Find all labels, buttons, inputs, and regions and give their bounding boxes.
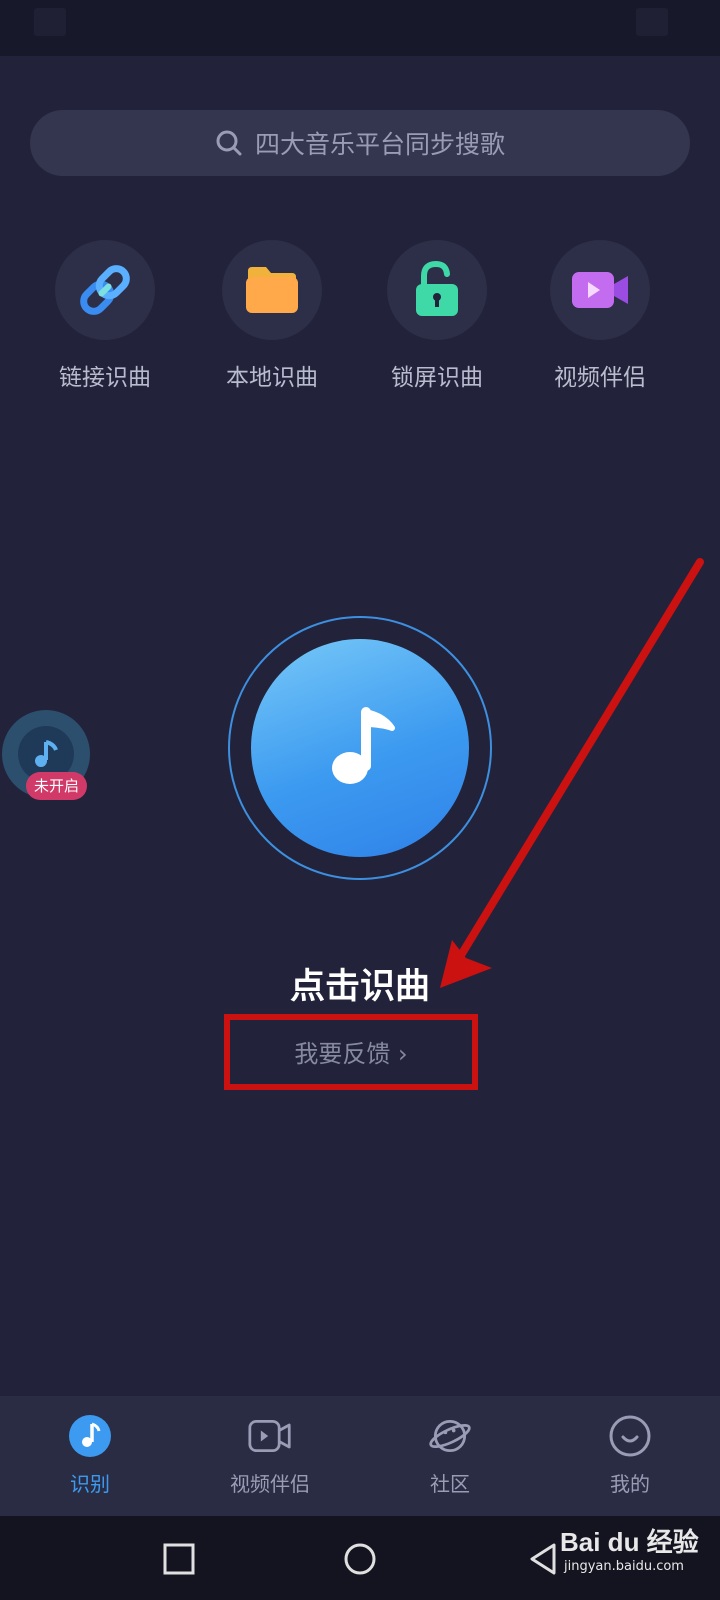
tab-recognize[interactable]: 识别	[10, 1414, 170, 1504]
search-placeholder: 四大音乐平台同步搜歌	[254, 130, 505, 159]
watermark-logo: Bai du 经验	[560, 1527, 699, 1557]
quick-action-label: 锁屏识曲	[391, 365, 483, 391]
tab-icon	[608, 1414, 652, 1458]
search-icon	[216, 130, 242, 156]
recognize-title: 点击识曲	[289, 967, 430, 1007]
back-icon[interactable]	[526, 1542, 560, 1576]
unlock-icon	[416, 260, 458, 316]
video-icon	[248, 1419, 291, 1453]
watermark-url: jingyan.baidu.com	[564, 1559, 684, 1574]
status-icon	[636, 8, 668, 36]
status-bar	[0, 0, 720, 56]
tab-icon	[68, 1414, 112, 1458]
link-icon	[80, 265, 130, 315]
tab-label: 识别	[70, 1472, 110, 1496]
search-bar[interactable]: 四大音乐平台同步搜歌	[30, 110, 690, 176]
quick-action-lockscreen[interactable]: 锁屏识曲	[362, 240, 512, 400]
tab-icon	[248, 1414, 292, 1458]
quick-action-circle	[550, 240, 650, 340]
music-note-icon	[69, 1415, 111, 1457]
music-note-icon	[332, 707, 395, 784]
tab-video-companion[interactable]: 视频伴侣	[190, 1414, 350, 1504]
quick-action-circle	[55, 240, 155, 340]
music-note-icon	[35, 740, 58, 767]
tab-icon	[428, 1414, 472, 1458]
feedback-link[interactable]: 我要反馈 ›	[224, 1034, 478, 1069]
tab-community[interactable]: 社区	[370, 1414, 530, 1504]
tab-label: 视频伴侣	[230, 1472, 310, 1496]
quick-action-label: 链接识曲	[59, 365, 151, 391]
quick-action-link[interactable]: 链接识曲	[30, 240, 180, 400]
quick-action-local[interactable]: 本地识曲	[197, 240, 347, 400]
smile-icon	[609, 1415, 651, 1457]
quick-action-circle	[387, 240, 487, 340]
recents-icon[interactable]	[162, 1542, 196, 1576]
tab-label: 我的	[610, 1472, 650, 1496]
watermark: Bai du 经验 jingyan.baidu.com	[560, 1522, 710, 1592]
quick-action-circle	[222, 240, 322, 340]
home-icon[interactable]	[343, 1542, 377, 1576]
tab-label: 社区	[430, 1472, 470, 1496]
tab-profile[interactable]: 我的	[550, 1414, 710, 1504]
folder-icon	[246, 267, 298, 313]
recognize-button[interactable]	[251, 639, 469, 857]
planet-icon	[429, 1419, 471, 1453]
quick-action-label: 本地识曲	[226, 365, 318, 391]
quick-action-video[interactable]: 视频伴侣	[525, 240, 675, 400]
status-icon	[34, 8, 66, 36]
video-icon	[572, 272, 628, 308]
bottom-tab-bar: 识别 视频伴侣 社区 我的	[0, 1396, 720, 1516]
status-badge: 未开启	[26, 772, 88, 800]
quick-action-label: 视频伴侣	[554, 365, 646, 391]
